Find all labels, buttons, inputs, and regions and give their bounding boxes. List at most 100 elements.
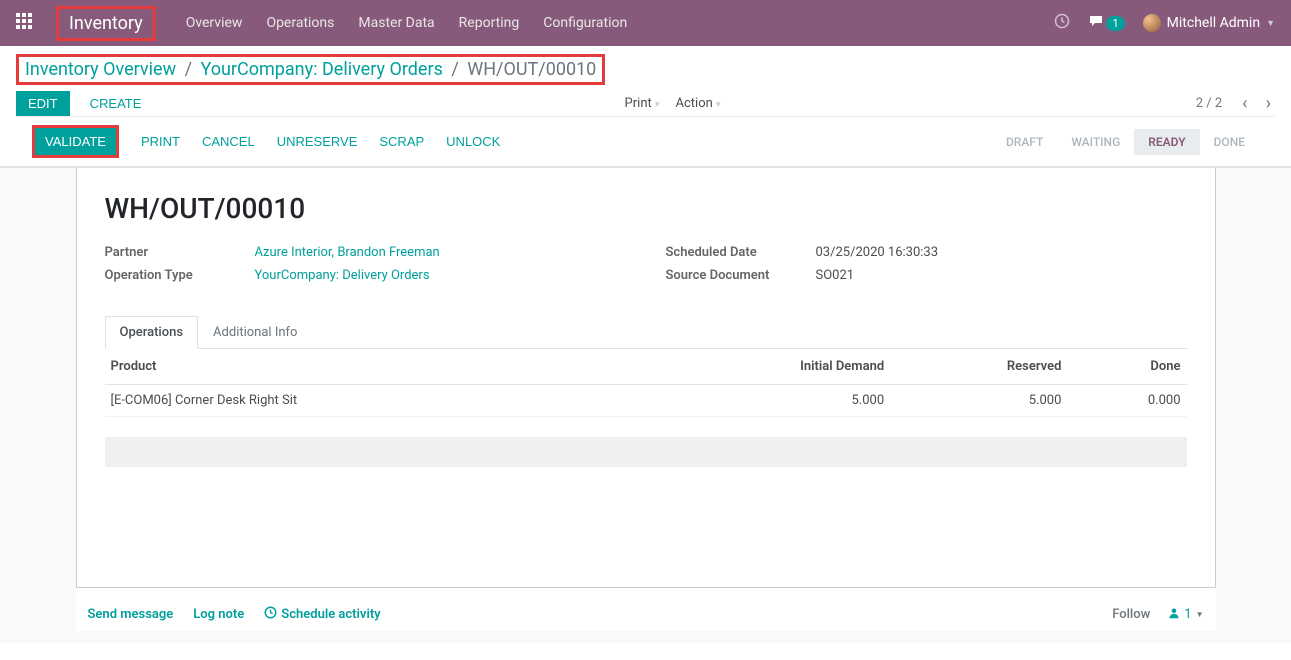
form-col-left: Partner Azure Interior, Brandon Freeman … (105, 245, 626, 291)
nav-configuration[interactable]: Configuration (543, 15, 627, 31)
pager-text: 2 / 2 (1196, 96, 1222, 111)
msg-count: 1 (1106, 16, 1124, 31)
cell-done: 0.000 (1067, 385, 1186, 417)
field-operation-type: Operation Type YourCompany: Delivery Ord… (105, 268, 626, 283)
follow-button[interactable]: Follow (1112, 607, 1150, 622)
avatar (1143, 14, 1161, 32)
print-dropdown[interactable]: Print ▾ (625, 96, 660, 111)
next-button[interactable]: › (1262, 93, 1275, 114)
breadcrumb-sep: / (181, 59, 196, 80)
create-button[interactable]: CREATE (82, 91, 150, 116)
scrap-button[interactable]: SCRAP (379, 134, 424, 149)
caret-down-icon: ▼ (1266, 18, 1275, 29)
breadcrumb-current: WH/OUT/00010 (467, 59, 596, 80)
cp-left: EDIT CREATE (16, 91, 149, 116)
chatter: Send message Log note Schedule activity … (76, 588, 1216, 631)
tab-additional-info[interactable]: Additional Info (198, 316, 312, 349)
status-done[interactable]: DONE (1200, 129, 1259, 155)
cp-row: EDIT CREATE Print ▾ Action ▾ 2 / 2 ‹ › (16, 91, 1275, 116)
nav-master-data[interactable]: Master Data (358, 15, 434, 31)
optype-label: Operation Type (105, 268, 255, 283)
tab-operations[interactable]: Operations (105, 316, 199, 349)
breadcrumb-highlight-box: Inventory Overview / YourCompany: Delive… (16, 54, 605, 85)
source-label: Source Document (666, 268, 816, 283)
table-row[interactable]: [E-COM06] Corner Desk Right Sit 5.000 5.… (105, 385, 1187, 417)
chatter-right: Follow 1 ▼ (1112, 607, 1203, 623)
send-message-button[interactable]: Send message (88, 607, 174, 622)
followers-count: 1 (1184, 607, 1191, 622)
unlock-button[interactable]: UNLOCK (446, 134, 500, 149)
chat-bubble-icon (1088, 13, 1104, 33)
cell-reserved: 5.000 (890, 385, 1067, 417)
sched-value: 03/25/2020 16:30:33 (816, 245, 939, 260)
validate-highlight-box: VALIDATE (32, 125, 119, 158)
status-waiting[interactable]: WAITING (1057, 129, 1134, 155)
tabs: Operations Additional Info (105, 315, 1187, 349)
form-col-right: Scheduled Date 03/25/2020 16:30:33 Sourc… (666, 245, 1187, 291)
followers-button[interactable]: 1 ▼ (1168, 607, 1203, 623)
breadcrumb-sep: / (447, 59, 462, 80)
user-name: Mitchell Admin (1167, 15, 1260, 31)
source-value: SO021 (816, 268, 855, 283)
cancel-button[interactable]: CANCEL (202, 134, 255, 149)
caret-down-icon: ▼ (1196, 610, 1204, 619)
validate-button[interactable]: VALIDATE (35, 128, 116, 155)
sheet-wrap: WH/OUT/00010 Partner Azure Interior, Bra… (0, 167, 1291, 643)
partner-label: Partner (105, 245, 255, 260)
partner-value[interactable]: Azure Interior, Brandon Freeman (255, 245, 440, 260)
cell-initial: 5.000 (634, 385, 890, 417)
caret-down-icon: ▾ (655, 100, 660, 110)
field-source-doc: Source Document SO021 (666, 268, 1187, 283)
col-product[interactable]: Product (105, 349, 635, 385)
prev-button[interactable]: ‹ (1238, 93, 1251, 114)
nav-reporting[interactable]: Reporting (459, 15, 520, 31)
field-partner: Partner Azure Interior, Brandon Freeman (105, 245, 626, 260)
messaging-icon[interactable]: 1 (1088, 13, 1124, 33)
log-note-button[interactable]: Log note (193, 607, 244, 622)
edit-button[interactable]: EDIT (16, 91, 70, 116)
cp-right: 2 / 2 ‹ › (1196, 93, 1275, 114)
top-nav: Inventory Overview Operations Master Dat… (0, 0, 1291, 46)
col-initial-demand[interactable]: Initial Demand (634, 349, 890, 385)
form-grid: Partner Azure Interior, Brandon Freeman … (105, 245, 1187, 291)
form-sheet: WH/OUT/00010 Partner Azure Interior, Bra… (76, 168, 1216, 588)
user-menu[interactable]: Mitchell Admin ▼ (1143, 14, 1275, 32)
col-done[interactable]: Done (1067, 349, 1186, 385)
print-button[interactable]: PRINT (141, 134, 180, 149)
breadcrumb-parent[interactable]: YourCompany: Delivery Orders (200, 59, 442, 80)
caret-down-icon: ▾ (716, 100, 721, 110)
optype-value[interactable]: YourCompany: Delivery Orders (255, 268, 430, 283)
apps-icon[interactable] (16, 13, 32, 33)
record-title: WH/OUT/00010 (105, 192, 1187, 225)
nav-right: 1 Mitchell Admin ▼ (1054, 13, 1275, 33)
breadcrumb-root[interactable]: Inventory Overview (25, 59, 176, 80)
table-footer-band (105, 437, 1187, 467)
action-dropdown[interactable]: Action ▾ (676, 96, 721, 111)
schedule-activity-button[interactable]: Schedule activity (264, 606, 380, 623)
brand-highlight-box: Inventory (56, 6, 156, 41)
brand-label[interactable]: Inventory (69, 13, 143, 34)
table-spacer (105, 417, 1187, 429)
action-left: VALIDATE PRINT CANCEL UNRESERVE SCRAP UN… (32, 125, 500, 158)
status-bar: DRAFT WAITING READY DONE (992, 129, 1259, 155)
clock-icon (264, 606, 277, 623)
cell-product: [E-COM06] Corner Desk Right Sit (105, 385, 635, 417)
operations-table: Product Initial Demand Reserved Done [E-… (105, 349, 1187, 417)
unreserve-button[interactable]: UNRESERVE (277, 134, 358, 149)
chatter-left: Send message Log note Schedule activity (88, 606, 381, 623)
status-ready[interactable]: READY (1134, 129, 1199, 155)
status-draft[interactable]: DRAFT (992, 129, 1057, 155)
nav-links: Overview Operations Master Data Reportin… (186, 15, 1055, 31)
breadcrumb: Inventory Overview / YourCompany: Delive… (25, 59, 596, 80)
action-bar: VALIDATE PRINT CANCEL UNRESERVE SCRAP UN… (16, 116, 1275, 166)
nav-overview[interactable]: Overview (186, 15, 243, 31)
col-reserved[interactable]: Reserved (890, 349, 1067, 385)
field-scheduled-date: Scheduled Date 03/25/2020 16:30:33 (666, 245, 1187, 260)
control-panel: Inventory Overview / YourCompany: Delive… (0, 46, 1291, 167)
clock-icon[interactable] (1054, 13, 1070, 33)
nav-operations[interactable]: Operations (266, 15, 334, 31)
person-icon (1168, 607, 1180, 623)
cp-mid: Print ▾ Action ▾ (625, 96, 721, 111)
table-header-row: Product Initial Demand Reserved Done (105, 349, 1187, 385)
sched-label: Scheduled Date (666, 245, 816, 260)
